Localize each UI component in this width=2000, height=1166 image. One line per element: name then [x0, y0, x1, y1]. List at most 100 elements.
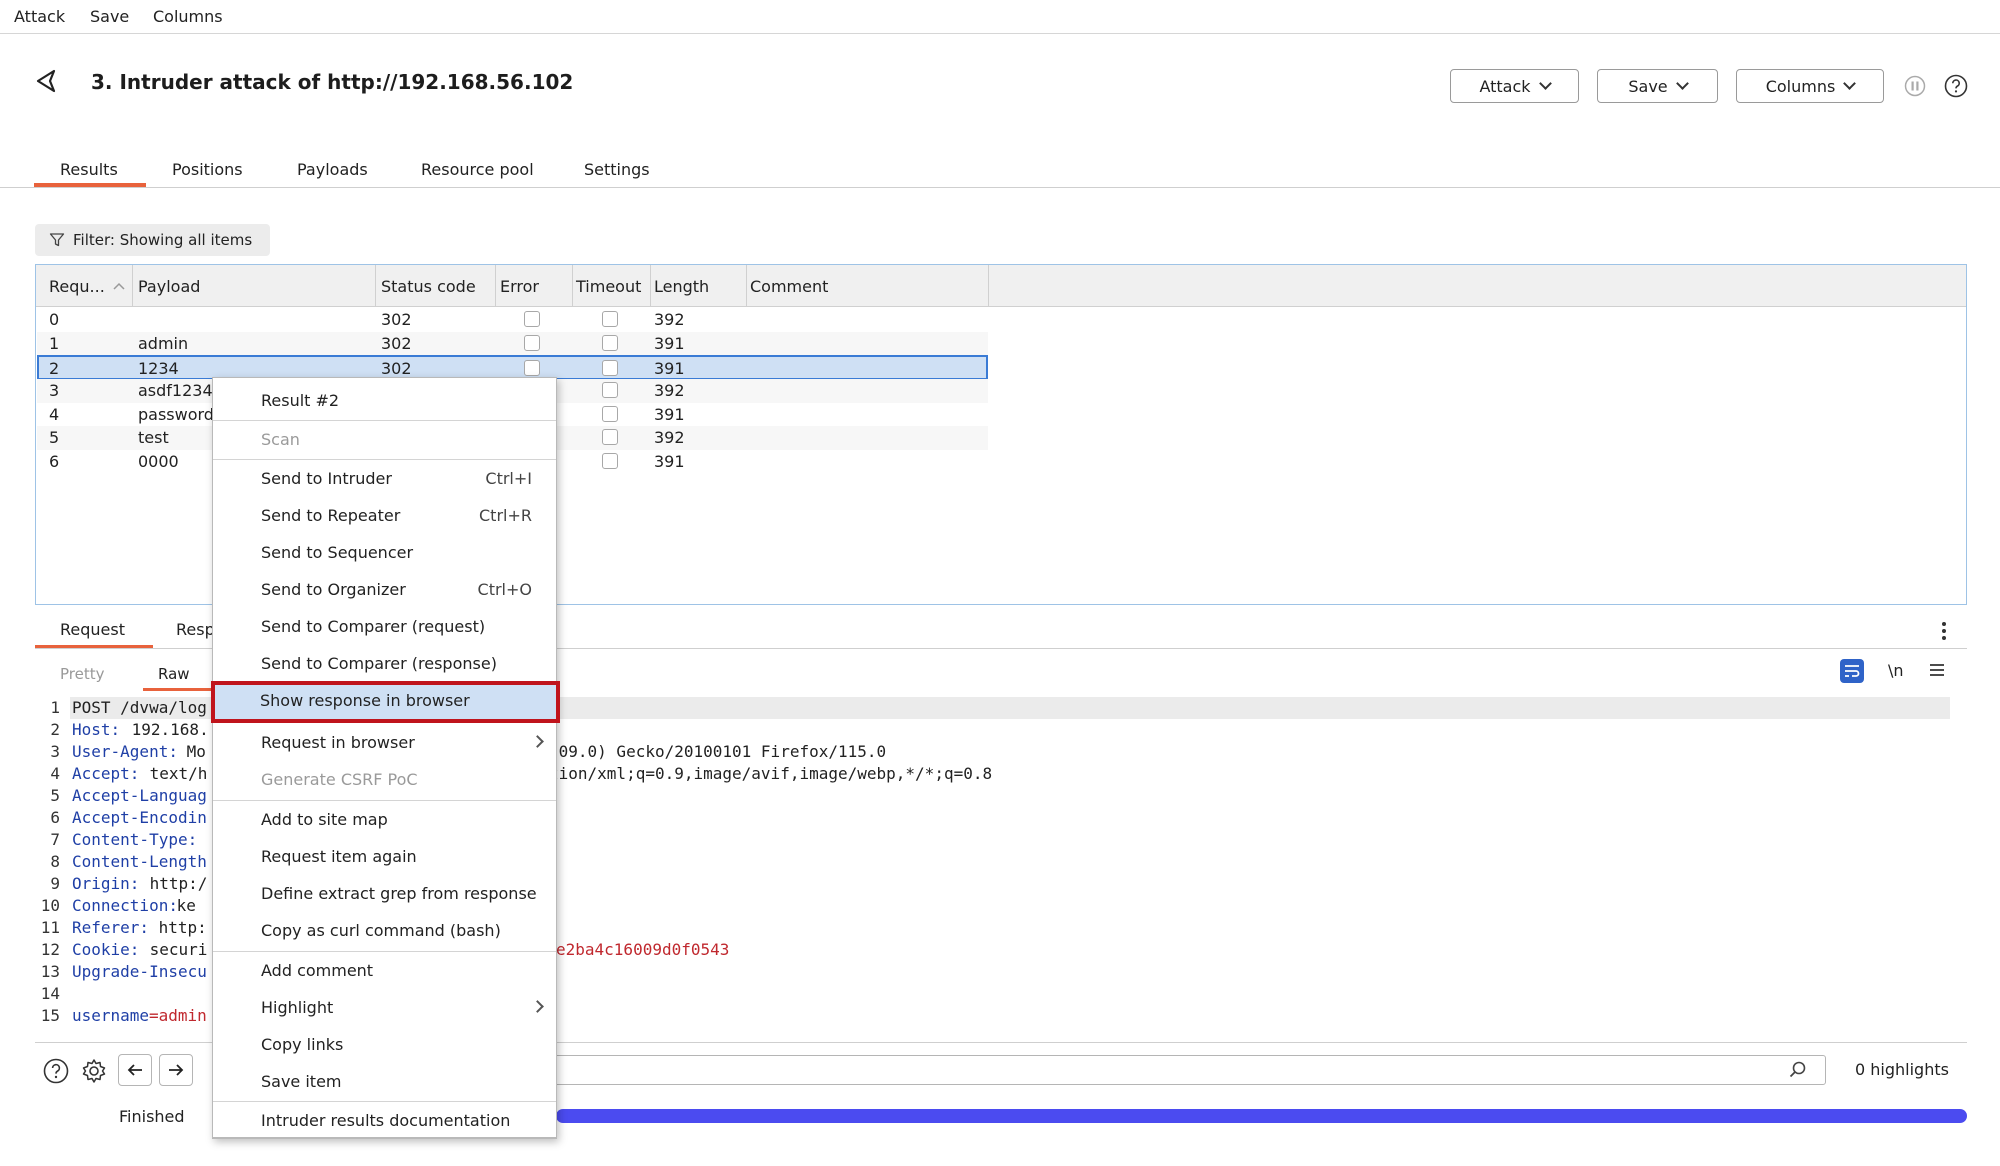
menu-item-request-item-again[interactable]: Request item again: [213, 838, 556, 874]
tab-positions[interactable]: Positions: [172, 160, 243, 179]
line-number: 1: [50, 698, 60, 717]
cell-request: 1: [49, 334, 60, 353]
cell-length: 391: [654, 452, 685, 471]
search-input[interactable]: [552, 1055, 1826, 1085]
menu-item-define-extract-grep[interactable]: Define extract grep from response: [213, 875, 556, 911]
newline-toggle-icon[interactable]: \n: [1888, 661, 1904, 680]
cell-request: 4: [49, 405, 60, 424]
line-number: 15: [40, 1006, 60, 1025]
next-button[interactable]: [159, 1054, 193, 1086]
cell-payload: asdf1234: [138, 381, 213, 400]
table-row[interactable]: 1 admin 302 391: [37, 332, 988, 356]
line-number: 2: [50, 720, 60, 739]
help-icon[interactable]: [1944, 74, 1968, 98]
attack-button[interactable]: Attack: [1450, 69, 1579, 103]
menu-item-send-to-comparer-response[interactable]: Send to Comparer (response): [213, 645, 556, 681]
line-number: 4: [50, 764, 60, 783]
tabs-divider: [0, 187, 2000, 188]
page-title: 3. Intruder attack of http://192.168.56.…: [91, 70, 574, 94]
attack-status: Finished: [119, 1107, 185, 1126]
help-icon[interactable]: [43, 1058, 69, 1084]
subtab-raw[interactable]: Raw: [158, 665, 190, 683]
word-wrap-icon[interactable]: [1840, 659, 1864, 683]
menu-columns[interactable]: Columns: [153, 7, 223, 26]
gear-icon[interactable]: [81, 1058, 107, 1084]
tab-response[interactable]: Resp: [176, 620, 215, 639]
menu-item-send-to-intruder[interactable]: Send to Intruder Ctrl+I: [213, 460, 556, 496]
header-key: Accept:: [72, 764, 140, 783]
tab-results[interactable]: Results: [60, 160, 118, 179]
menu-item-request-in-browser[interactable]: Request in browser: [213, 724, 556, 760]
cell-length: 391: [654, 405, 685, 424]
menu-item-scan: Scan: [261, 430, 300, 449]
col-comment[interactable]: Comment: [750, 277, 828, 296]
tab-settings[interactable]: Settings: [584, 160, 650, 179]
save-button-label: Save: [1628, 76, 1668, 96]
timeout-checkbox: [602, 335, 618, 351]
col-payload[interactable]: Payload: [138, 277, 200, 296]
save-button[interactable]: Save: [1597, 69, 1718, 103]
active-subtab-indicator: [143, 688, 213, 691]
cell-status: 302: [381, 334, 412, 353]
param-key: username: [72, 1006, 150, 1025]
table-row[interactable]: 0 302 392: [37, 308, 988, 332]
header-key: Origin:: [72, 874, 140, 893]
cell-payload: 1234: [138, 359, 179, 378]
line-number: 10: [40, 896, 60, 915]
menu-item-highlight[interactable]: Highlight: [213, 989, 556, 1025]
columns-button[interactable]: Columns: [1736, 69, 1884, 103]
menu-item-show-response-in-browser[interactable]: Show response in browser: [211, 681, 560, 723]
context-menu-lower: Request in browser Generate CSRF PoC Add…: [212, 724, 557, 1138]
line-number: 7: [50, 830, 60, 849]
header-key: Cookie:: [72, 940, 140, 959]
timeout-checkbox: [602, 453, 618, 469]
tab-request[interactable]: Request: [60, 620, 125, 639]
menu-item-copy-as-curl[interactable]: Copy as curl command (bash): [213, 912, 556, 948]
menu-save[interactable]: Save: [90, 7, 129, 26]
header-value: ke: [167, 896, 196, 915]
menu-item-intruder-results-documentation[interactable]: Intruder results documentation: [213, 1102, 556, 1138]
menu-item-copy-links[interactable]: Copy links: [213, 1026, 556, 1062]
cell-length: 391: [654, 334, 685, 353]
header-value: http:/: [140, 874, 208, 893]
cell-request: 3: [49, 381, 60, 400]
arrow-left-icon: [127, 1064, 142, 1076]
subtab-pretty[interactable]: Pretty: [60, 665, 105, 683]
menu-item-send-to-organizer[interactable]: Send to Organizer Ctrl+O: [213, 571, 556, 607]
chevron-down-icon: [1538, 77, 1552, 90]
menu-item-add-to-site-map[interactable]: Add to site map: [213, 801, 556, 837]
filter-bar[interactable]: Filter: Showing all items: [35, 224, 270, 256]
arrow-right-icon: [169, 1064, 184, 1076]
tab-resource-pool[interactable]: Resource pool: [421, 160, 534, 179]
menu-item-save-item[interactable]: Save item: [213, 1063, 556, 1099]
header-value: Mo: [177, 742, 206, 761]
previous-button[interactable]: [118, 1054, 152, 1086]
hamburger-menu-icon[interactable]: [1928, 662, 1946, 678]
line-number: 12: [40, 940, 60, 959]
timeout-checkbox: [602, 429, 618, 445]
error-checkbox: [524, 311, 540, 327]
progress-bar: [556, 1109, 1967, 1123]
menu-item-add-comment[interactable]: Add comment: [213, 952, 556, 988]
chevron-right-icon: [531, 735, 544, 748]
pause-icon[interactable]: [1904, 75, 1926, 97]
timeout-checkbox: [602, 311, 618, 327]
more-options-icon[interactable]: [1940, 620, 1948, 642]
search-icon[interactable]: [1788, 1060, 1808, 1080]
header-key: Host:: [72, 720, 121, 739]
menu-attack[interactable]: Attack: [14, 7, 65, 26]
menu-item-send-to-sequencer[interactable]: Send to Sequencer: [213, 534, 556, 570]
cell-payload: test: [138, 428, 169, 447]
cookie-value-tail: e2ba4c16009d0f0543: [556, 940, 730, 959]
cell-request: 5: [49, 428, 60, 447]
col-timeout[interactable]: Timeout: [576, 277, 641, 296]
header-key: Content-Type:: [72, 830, 198, 849]
menu-item-send-to-repeater[interactable]: Send to Repeater Ctrl+R: [213, 497, 556, 533]
tab-payloads[interactable]: Payloads: [297, 160, 368, 179]
col-error[interactable]: Error: [500, 277, 539, 296]
col-status-code[interactable]: Status code: [381, 277, 476, 296]
col-request[interactable]: Requ...: [49, 277, 105, 296]
col-length[interactable]: Length: [654, 277, 709, 296]
timeout-checkbox: [602, 406, 618, 422]
menu-item-send-to-comparer-request[interactable]: Send to Comparer (request): [213, 608, 556, 644]
